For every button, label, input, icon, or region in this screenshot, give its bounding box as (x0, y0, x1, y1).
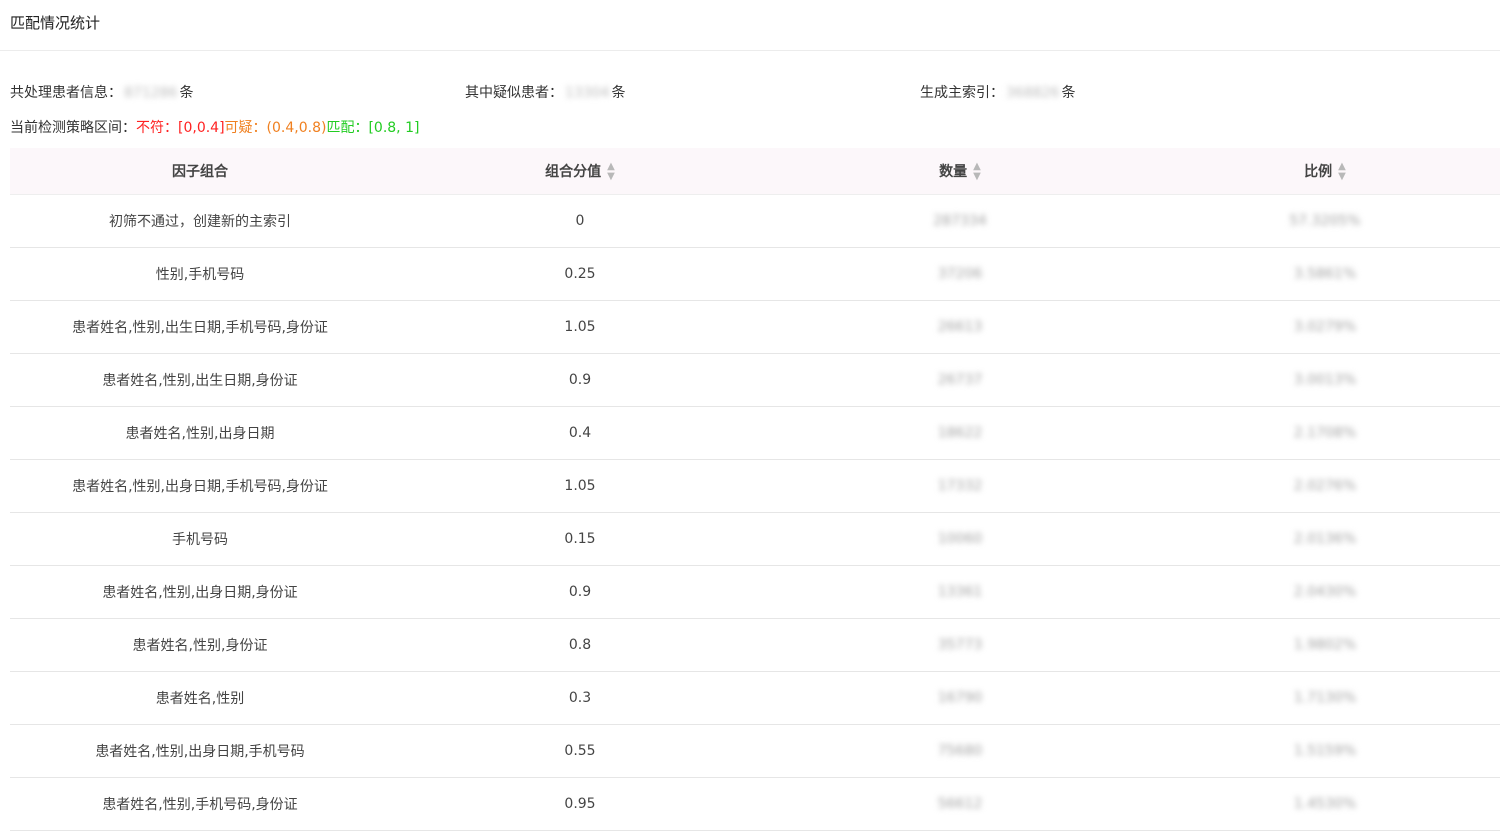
cell-count: 26613 (770, 300, 1150, 354)
table-row: 患者姓名,性别,出身日期,身份证 0.9 13361 2.0430% (10, 565, 1500, 619)
table-row: 患者姓名,性别,出生日期,身份证 0.9 26737 3.0013% (10, 353, 1500, 407)
cell-count: 287334 (770, 194, 1150, 248)
cell-count: 18622 (770, 406, 1150, 460)
table-row: 患者姓名,性别,出生日期,手机号码,身份证 1.05 26613 3.0279% (10, 300, 1500, 354)
cell-count: 56612 (770, 777, 1150, 831)
index-value: 368826 (1006, 85, 1060, 101)
cell-score: 0.9 (390, 353, 770, 407)
cell-combo: 患者姓名,性别,出生日期,身份证 (10, 353, 390, 407)
processed-value: 871286 (124, 85, 178, 101)
cell-ratio: 1.5159% (1150, 724, 1500, 778)
summary-bar: 共处理患者信息： 871286 条 其中疑似患者： 13304 条 生成主索引： 3688… (10, 82, 1500, 102)
table-header-row: 因子组合 组合分值 ▲ ▼ 数量 ▲ ▼ 比例 ▲ ▼ (10, 148, 1500, 195)
cell-combo: 患者姓名,性别,手机号码,身份证 (10, 777, 390, 831)
suspect-label: 其中疑似患者： (465, 85, 563, 101)
cell-count: 10060 (770, 512, 1150, 566)
table-body: 初筛不通过，创建新的主索引 0 287334 57.3205% 性别,手机号码 0.25 3… (10, 194, 1500, 831)
cell-combo: 患者姓名,性别 (10, 671, 390, 725)
cell-combo: 患者姓名,性别,出身日期,手机号码,身份证 (10, 459, 390, 513)
cell-score: 0.95 (390, 777, 770, 831)
cell-count: 17332 (770, 459, 1150, 513)
cell-ratio: 57.3205% (1150, 194, 1500, 248)
cell-combo: 患者姓名,性别,出身日期 (10, 406, 390, 460)
index-summary: 生成主索引： 368826 条 (920, 82, 1075, 102)
table-row: 患者姓名,性别,出身日期 0.4 18622 2.1708% (10, 406, 1500, 460)
suspect-summary: 其中疑似患者： 13304 条 (465, 82, 626, 102)
table-row: 患者姓名,性别,出身日期,手机号码 0.55 75680 1.5159% (10, 724, 1500, 778)
header-score[interactable]: 组合分值 ▲ ▼ (390, 148, 770, 195)
cell-ratio: 3.5861% (1150, 247, 1500, 301)
processed-summary: 共处理患者信息： 871286 条 (10, 82, 193, 102)
cell-score: 0.55 (390, 724, 770, 778)
cell-ratio: 2.0136% (1150, 512, 1500, 566)
cell-ratio: 1.7130% (1150, 671, 1500, 725)
index-label: 生成主索引： (920, 85, 1004, 101)
cell-ratio: 2.1708% (1150, 406, 1500, 460)
table-row: 患者姓名,性别,出身日期,手机号码,身份证 1.05 17332 2.0276% (10, 459, 1500, 513)
table-row: 患者姓名,性别 0.3 16790 1.7130% (10, 671, 1500, 725)
cell-score: 0.9 (390, 565, 770, 619)
strategy-interval: 当前检测策略区间：不符：[0,0.4]可疑：(0.4,0.8)匹配：[0.8, … (10, 117, 419, 137)
cell-ratio: 2.0430% (1150, 565, 1500, 619)
cell-combo: 手机号码 (10, 512, 390, 566)
page-header: 匹配情况统计 (0, 0, 1500, 51)
page-title: 匹配情况统计 (10, 14, 101, 32)
processed-label: 共处理患者信息： (10, 85, 122, 101)
cell-ratio: 1.4530% (1150, 777, 1500, 831)
header-count[interactable]: 数量 ▲ ▼ (770, 148, 1150, 195)
cell-ratio: 1.9802% (1150, 618, 1500, 672)
processed-unit: 条 (179, 85, 194, 101)
strategy-label: 当前检测策略区间： (10, 120, 136, 136)
table-row: 性别,手机号码 0.25 37206 3.5861% (10, 247, 1500, 301)
cell-combo: 患者姓名,性别,出生日期,手机号码,身份证 (10, 300, 390, 354)
suspect-unit: 条 (611, 85, 626, 101)
cell-count: 75680 (770, 724, 1150, 778)
cell-ratio: 3.0013% (1150, 353, 1500, 407)
cell-score: 0 (390, 194, 770, 248)
cell-score: 0.3 (390, 671, 770, 725)
table-row: 初筛不通过，创建新的主索引 0 287334 57.3205% (10, 194, 1500, 248)
cell-count: 13361 (770, 565, 1150, 619)
cell-count: 35773 (770, 618, 1150, 672)
mismatch-range: 不符：[0,0.4] (136, 120, 225, 136)
table-row: 患者姓名,性别,身份证 0.8 35773 1.9802% (10, 618, 1500, 672)
suspect-range: 可疑：(0.4,0.8) (224, 120, 327, 136)
cell-count: 37206 (770, 247, 1150, 301)
cell-score: 0.15 (390, 512, 770, 566)
suspect-value: 13304 (565, 85, 610, 101)
header-ratio[interactable]: 比例 ▲ ▼ (1150, 148, 1500, 195)
cell-score: 0.8 (390, 618, 770, 672)
stats-table-container: 因子组合 组合分值 ▲ ▼ 数量 ▲ ▼ 比例 ▲ ▼ 初筛不通过，创建新的主索引 0 2873… (10, 148, 1500, 831)
index-unit: 条 (1061, 85, 1076, 101)
header-combo: 因子组合 (10, 148, 390, 195)
cell-combo: 患者姓名,性别,出身日期,手机号码 (10, 724, 390, 778)
table-row: 手机号码 0.15 10060 2.0136% (10, 512, 1500, 566)
cell-combo: 患者姓名,性别,身份证 (10, 618, 390, 672)
table-row: 患者姓名,性别,手机号码,身份证 0.95 56612 1.4530% (10, 777, 1500, 831)
sort-icon[interactable]: ▲ ▼ (973, 161, 981, 182)
sort-icon[interactable]: ▲ ▼ (1338, 161, 1346, 182)
cell-ratio: 2.0276% (1150, 459, 1500, 513)
cell-count: 26737 (770, 353, 1150, 407)
cell-score: 1.05 (390, 300, 770, 354)
cell-score: 1.05 (390, 459, 770, 513)
match-range: 匹配：[0.8, 1] (326, 120, 420, 136)
sort-icon[interactable]: ▲ ▼ (607, 161, 615, 182)
stats-table: 因子组合 组合分值 ▲ ▼ 数量 ▲ ▼ 比例 ▲ ▼ 初筛不通过，创建新的主索引 0 2873… (10, 148, 1500, 831)
cell-combo: 性别,手机号码 (10, 247, 390, 301)
cell-ratio: 3.0279% (1150, 300, 1500, 354)
cell-combo: 患者姓名,性别,出身日期,身份证 (10, 565, 390, 619)
cell-score: 0.4 (390, 406, 770, 460)
cell-combo: 初筛不通过，创建新的主索引 (10, 194, 390, 248)
cell-count: 16790 (770, 671, 1150, 725)
cell-score: 0.25 (390, 247, 770, 301)
